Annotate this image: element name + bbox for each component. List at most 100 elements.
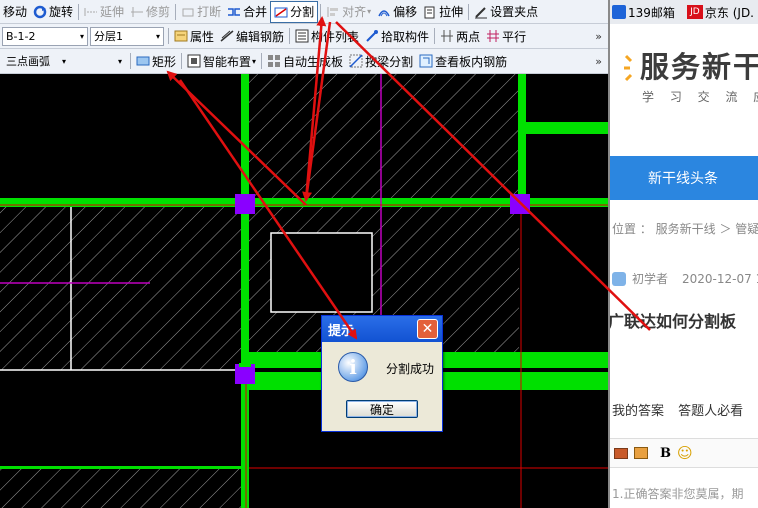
toolbar3-more-button[interactable]: » (595, 55, 608, 68)
dialog-ok-button[interactable]: 确定 (346, 400, 418, 418)
align-label: 对齐 (342, 5, 367, 19)
grip-node (510, 194, 530, 214)
separator (261, 53, 263, 69)
toolbar-row-1: 移动 旋转 延伸 修剪 打断 合并 分割 对齐 ▾ 偏移 拉伸 设置夹点 (0, 0, 608, 24)
smart-layout-button[interactable]: 智能布置 ▾ (184, 50, 259, 72)
trim-button[interactable]: 修剪 (127, 1, 173, 23)
image-upload-icon[interactable] (634, 447, 648, 459)
blank-select[interactable]: ▾ (72, 52, 126, 71)
info-icon: i (338, 352, 368, 382)
draw-mode-value: 三点画弧 (6, 55, 50, 68)
split-button[interactable]: 分割 (270, 0, 319, 23)
properties-icon (174, 29, 188, 43)
component-select-value: B-1-2 (6, 29, 36, 43)
list-icon (295, 29, 309, 43)
layer-select[interactable]: 分层1 ▾ (90, 26, 164, 46)
component-list-button[interactable]: 构件列表 (292, 25, 362, 47)
properties-label: 属性 (190, 29, 215, 44)
white-opening (270, 232, 373, 313)
grip-node-small (239, 363, 251, 367)
separator (181, 53, 183, 69)
view-rebar-icon (419, 54, 433, 68)
grip-pen-icon (474, 5, 488, 19)
two-points-button[interactable]: 两点 (437, 25, 483, 47)
separator (78, 3, 80, 20)
break-button[interactable]: 打断 (178, 1, 224, 23)
trim-label: 修剪 (146, 5, 171, 19)
image-icon[interactable] (614, 447, 628, 459)
author-name[interactable]: 初学者 (632, 270, 668, 287)
tab-must-read[interactable]: 答题人必看 (678, 404, 743, 419)
answer-tabs: 我的答案 答题人必看 (612, 400, 743, 419)
tab-my-answer[interactable]: 我的答案 (612, 404, 664, 419)
chevron-down-icon: ▾ (367, 7, 372, 16)
bold-button[interactable]: B (660, 446, 671, 461)
trim-icon (130, 5, 144, 19)
properties-button[interactable]: 属性 (171, 25, 217, 47)
edit-rebar-button[interactable]: 编辑钢筋 (217, 25, 287, 47)
merge-label: 合并 (243, 5, 268, 19)
pick-icon (365, 29, 379, 43)
extend-icon (84, 5, 98, 19)
separator (320, 3, 322, 20)
rotate-button[interactable]: 旋转 (30, 1, 76, 23)
toolbar2-more-button[interactable]: » (595, 30, 608, 43)
grip-node (235, 194, 255, 214)
nav-headline-tab[interactable]: 新干线头条 (610, 156, 758, 200)
set-grip-button[interactable]: 设置夹点 (471, 1, 541, 23)
author-line: 初学者 2020-12-07 1 (612, 270, 758, 287)
offset-label: 偏移 (393, 5, 418, 19)
view-rebar-button[interactable]: 查看板内钢筋 (416, 50, 510, 72)
bookmarks-bar: 139邮箱 JD 京东 (JD. (610, 0, 758, 24)
move-button[interactable]: 移动 (0, 1, 30, 23)
parallel-label: 平行 (502, 29, 527, 44)
bookmark-139mail[interactable]: 139邮箱 (612, 4, 675, 21)
editor-toolbar: B ☺ (610, 438, 758, 468)
move-label: 移动 (3, 5, 28, 19)
rotate-icon (33, 5, 47, 19)
draw-mode-select[interactable]: 三点画弧 ▾ (2, 52, 70, 71)
break-label: 打断 (197, 5, 222, 19)
chevron-down-icon: ▾ (252, 56, 257, 66)
footer-note: 1.正确答案非您莫属，期 (612, 487, 744, 501)
stretch-button[interactable]: 拉伸 (420, 1, 466, 23)
split-success-dialog: 提示 ✕ i 分割成功 确定 (321, 315, 443, 432)
auto-generate-icon (267, 54, 281, 68)
cad-drawing (0, 74, 608, 508)
view-rebar-label: 查看板内钢筋 (435, 54, 508, 69)
smart-layout-label: 智能布置 (203, 54, 252, 69)
merge-button[interactable]: 合并 (224, 1, 270, 23)
bookmark-jd-label: 京东 (JD. (704, 5, 754, 20)
merge-icon (227, 5, 241, 19)
stretch-label: 拉伸 (439, 5, 464, 19)
offset-button[interactable]: 偏移 (374, 1, 420, 23)
cad-canvas[interactable] (0, 74, 608, 508)
nav-headline-label: 新干线头条 (648, 171, 718, 187)
extend-button[interactable]: 延伸 (81, 1, 127, 23)
browser-panel: 139邮箱 JD京东 (JD. 服务新干 学 习 交 流 应 用 新干线头条 位… (608, 0, 758, 508)
align-icon (326, 5, 340, 19)
auto-generate-label: 自动生成板 (283, 54, 344, 69)
separator (168, 28, 169, 44)
pick-component-label: 拾取构件 (381, 29, 430, 44)
question-title: 广联达如何分割板 (608, 312, 737, 331)
parallel-button[interactable]: 平行 (483, 25, 529, 47)
two-points-icon (440, 29, 454, 43)
extend-label: 延伸 (100, 5, 125, 19)
align-button[interactable]: 对齐 ▾ (323, 1, 374, 23)
parallel-icon (486, 29, 500, 43)
emoji-icon[interactable]: ☺ (677, 444, 693, 462)
dialog-titlebar[interactable]: 提示 ✕ (322, 316, 442, 342)
separator (130, 53, 131, 69)
layer-select-value: 分层1 (94, 30, 123, 43)
bookmark-jd[interactable]: JD 京东 (JD. (686, 4, 754, 21)
auto-generate-button[interactable]: 自动生成板 (264, 50, 346, 72)
break-icon (181, 5, 195, 19)
split-by-beam-button[interactable]: 按梁分割 (346, 50, 416, 72)
smart-layout-icon (187, 54, 201, 68)
rectangle-button[interactable]: 矩形 (133, 50, 179, 72)
dialog-close-button[interactable]: ✕ (417, 319, 438, 339)
component-select[interactable]: B-1-2 ▾ (2, 26, 88, 46)
site-brand[interactable]: 服务新干 (640, 44, 758, 86)
pick-component-button[interactable]: 拾取构件 (362, 25, 432, 47)
